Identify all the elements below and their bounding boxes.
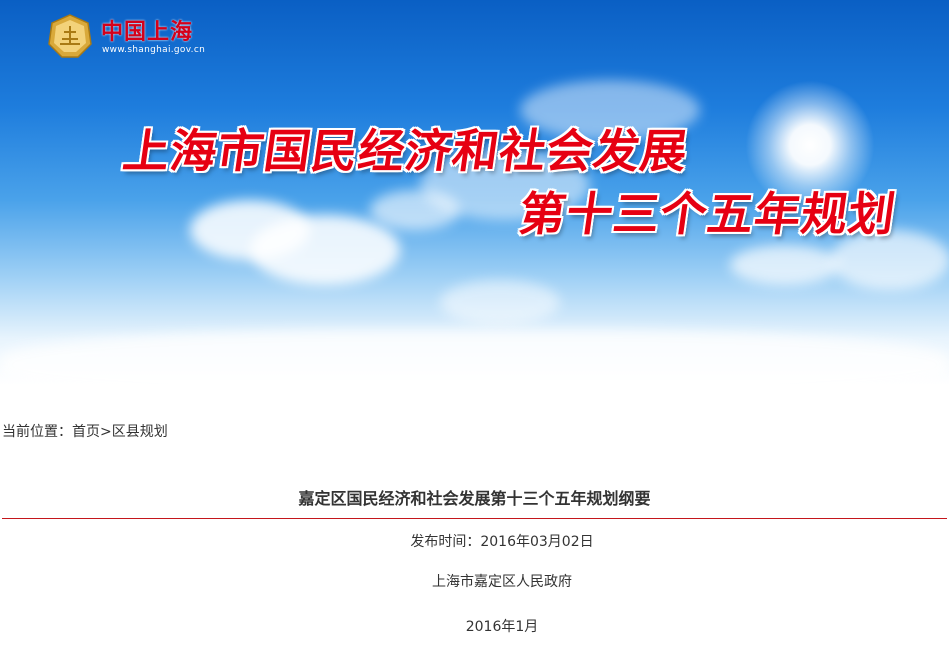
cloud xyxy=(440,280,560,325)
breadcrumb-prefix: 当前位置： xyxy=(2,424,72,440)
cloud xyxy=(250,215,400,285)
breadcrumb-district-plans-link[interactable]: 区县规划 xyxy=(112,424,168,440)
cloud xyxy=(0,330,949,385)
banner-title-line2: 第十三个五年规划 xyxy=(515,187,900,241)
document-date: 2016年1月 xyxy=(465,619,539,635)
banner-title-line1: 上海市国民经济和社会发展 xyxy=(119,124,692,178)
cloud xyxy=(730,245,840,285)
header-banner: 中国上海 www.shanghai.gov.cn 上海市国民经济和社会发展 第十… xyxy=(0,0,949,385)
publish-time: 发布时间：2016年03月02日 xyxy=(410,534,594,550)
breadcrumb-separator: > xyxy=(100,424,112,440)
breadcrumb: 当前位置：首页>区县规划 xyxy=(2,421,168,441)
logo-url[interactable]: www.shanghai.gov.cn xyxy=(102,45,205,55)
title-divider xyxy=(2,518,947,519)
breadcrumb-home-link[interactable]: 首页 xyxy=(72,424,100,440)
shanghai-emblem-icon[interactable] xyxy=(48,14,92,58)
issuing-organization: 上海市嘉定区人民政府 xyxy=(432,574,572,590)
article-title: 嘉定区国民经济和社会发展第十三个五年规划纲要 xyxy=(298,489,651,508)
logo-text[interactable]: 中国上海 xyxy=(101,14,193,46)
